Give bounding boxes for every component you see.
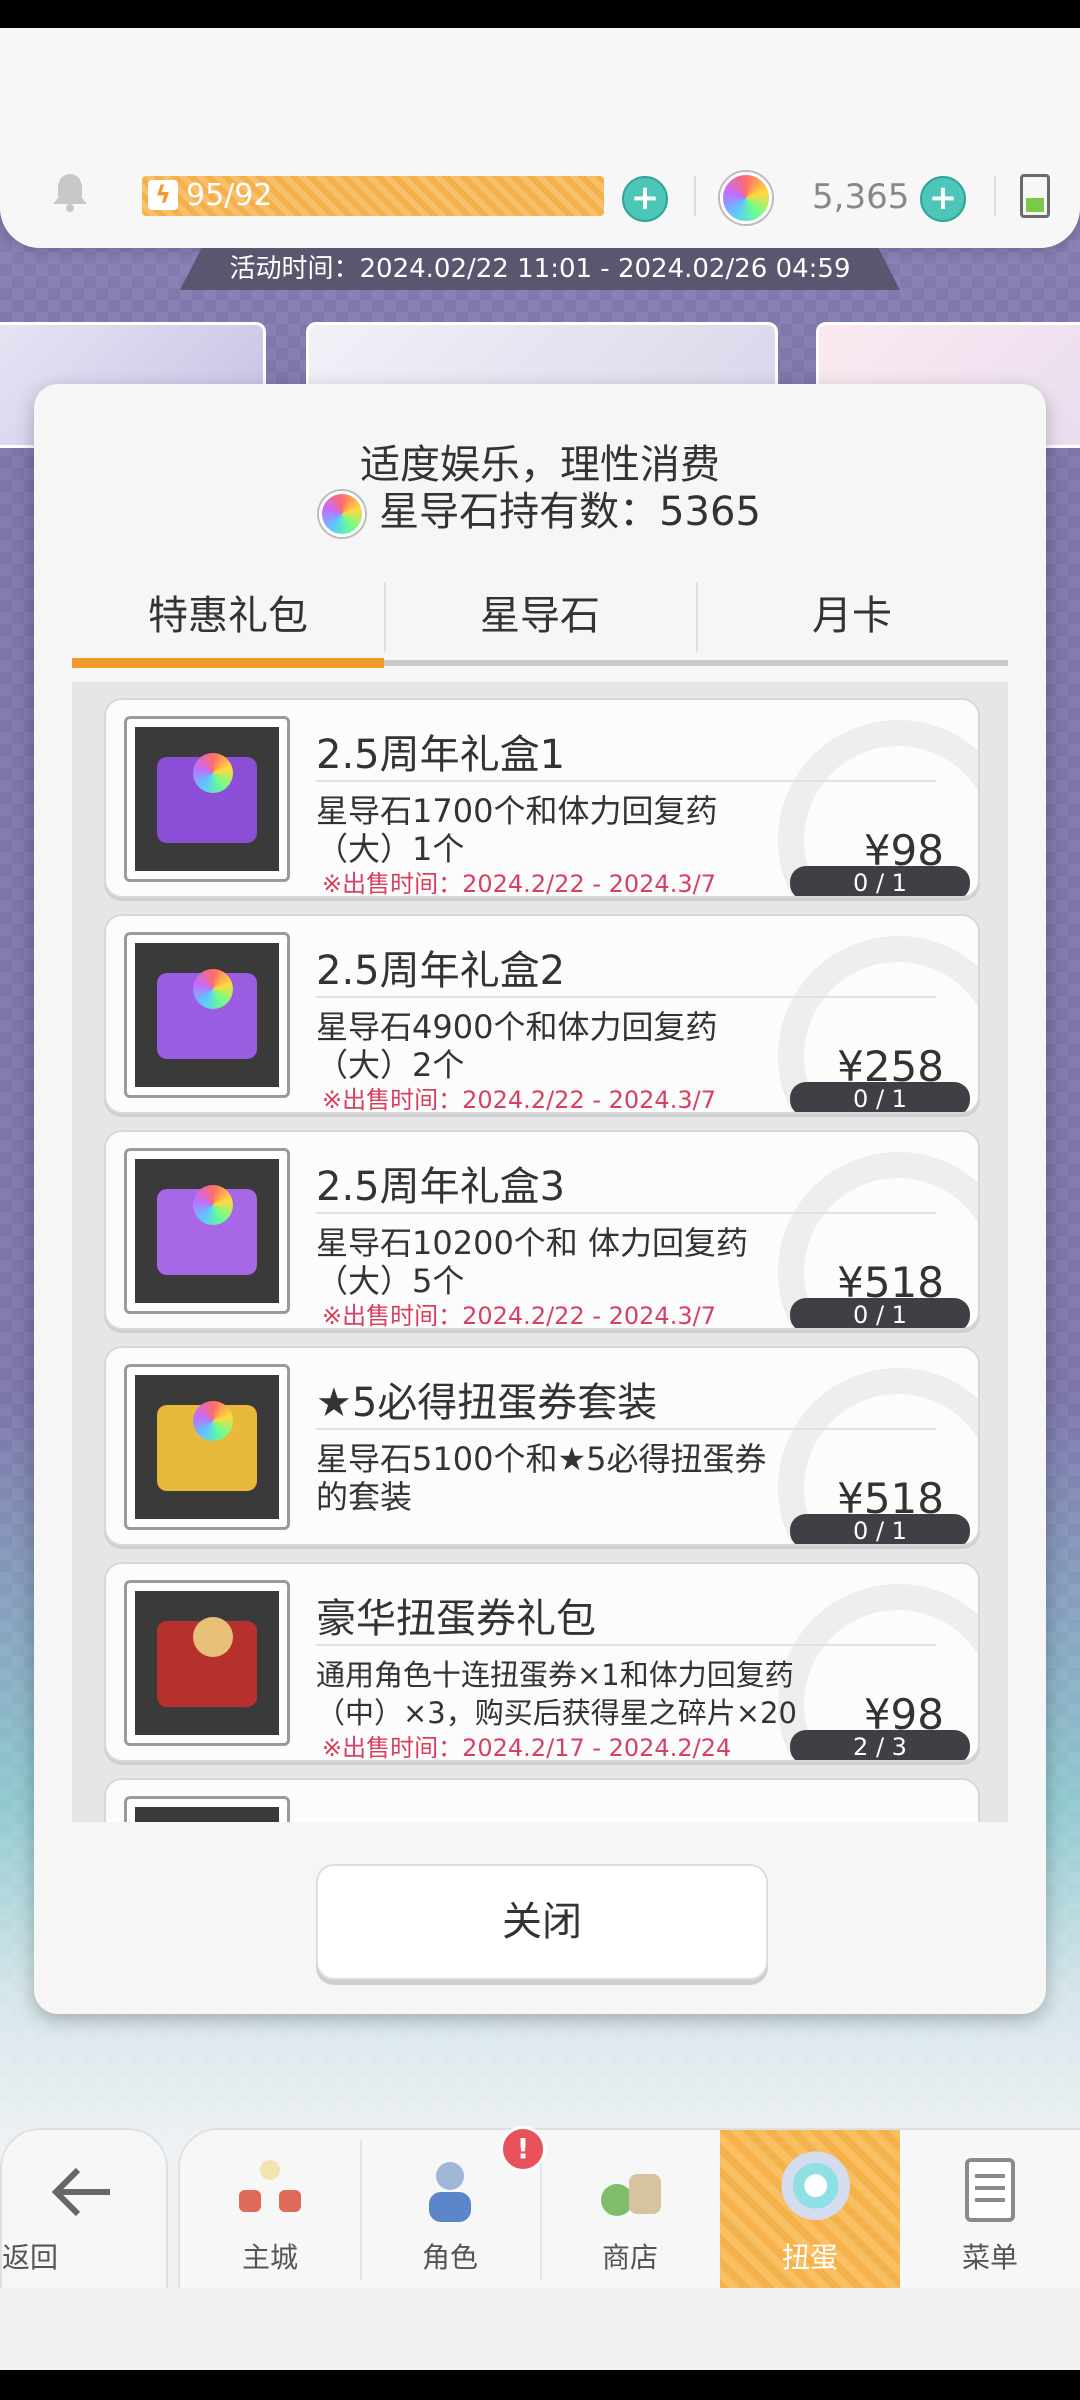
castle-icon [239,2160,301,2212]
divider [994,176,996,216]
close-button[interactable]: 关闭 [316,1864,768,1980]
tab-active-indicator [72,658,384,668]
stamina-value: 95/92 [186,178,273,213]
moderation-notice: 适度娱乐，理性消费 [360,442,720,488]
battery-icon [1020,174,1050,218]
add-stamina-button[interactable]: + [622,176,668,222]
pack-thumbnail [124,932,290,1098]
shop-dialog: 适度娱乐，理性消费 星导石持有数：5365 特惠礼包 星导石 月卡 2.5周年礼… [34,384,1046,2014]
pack-title: ★5必得扭蛋券套装 [316,1380,658,1426]
purchase-limit: 0 / 1 [790,1514,970,1544]
pack-description: 星导石4900个和体力回复药（大）2个 [316,1008,718,1084]
pack-thumbnail [124,1148,290,1314]
nav-item-shop[interactable]: 商店 [540,2130,720,2290]
pack-description: 星导石5100个和★5必得扭蛋券的套装 [316,1440,767,1516]
pack-item[interactable]: 2.5周年礼盒2 星导石4900个和体力回复药（大）2个 ※出售时间：2024.… [104,914,980,1114]
pack-description: 通用角色十连扭蛋券×1和体力回复药（中）×3，购买后获得星之碎片×20 [316,1658,797,1730]
nav-panel: 主城 角色 商店 扭蛋 菜单 [178,2128,1080,2292]
sale-period: ※出售时间：2024.2/22 - 2024.3/7 [322,1302,716,1330]
pack-thumbnail [124,1796,290,1822]
nav-label: 角色 [421,2241,478,2274]
pack-list[interactable]: 2.5周年礼盒1 星导石1700个和体力回复药（大）1个 ※出售时间：2024.… [72,682,1008,1822]
divider [694,176,696,216]
sale-period: ※出售时间：2024.2/22 - 2024.3/7 [322,870,716,898]
tab-special-packs[interactable]: 特惠礼包 [72,572,384,660]
shop-icon [601,2174,661,2216]
divider [316,996,936,998]
gem-holding-text: 星导石持有数：5365 [379,489,761,535]
pack-item[interactable] [104,1778,980,1822]
gem-icon [720,172,772,224]
pack-title: 豪华扭蛋券礼包 [316,1596,596,1642]
nav-label: 商店 [601,2241,658,2274]
pack-description: 星导石1700个和体力回复药（大）1个 [316,792,718,868]
bottom-strip [0,2288,1080,2370]
purchase-limit: 0 / 1 [790,1298,970,1328]
back-label: 返回 [2,2241,59,2274]
gem-holding-row: 星导石持有数：5365 [34,484,1046,540]
shop-tabs: 特惠礼包 星导石 月卡 [72,572,1008,668]
divider [316,780,936,782]
sale-period: ※出售时间：2024.2/17 - 2024.2/24 [322,1734,732,1762]
gem-icon [193,1185,233,1225]
purchase-limit: 0 / 1 [790,866,970,896]
gem-icon [319,491,366,537]
add-gem-button[interactable]: + [920,176,966,222]
gem-count: 5,365 [812,177,910,217]
nav-item-town[interactable]: 主城 [180,2130,360,2290]
tab-star-gems[interactable]: 星导石 [384,572,696,660]
nav-item-gacha[interactable]: 扭蛋 [720,2130,900,2290]
divider [316,1428,936,1430]
tab-monthly-card[interactable]: 月卡 [696,572,1008,660]
gem-icon [193,1401,233,1441]
pack-item[interactable]: 2.5周年礼盒1 星导石1700个和体力回复药（大）1个 ※出售时间：2024.… [104,698,980,898]
bell-icon[interactable] [48,170,92,214]
menu-icon [965,2158,1015,2222]
pack-thumbnail [124,716,290,882]
back-arrow-icon [51,2167,110,2217]
gacha-icon [781,2151,850,2220]
character-alert-badge: ! [500,2126,546,2172]
purchase-limit: 2 / 3 [790,1730,970,1760]
nav-label: 主城 [241,2241,298,2274]
gem-icon [193,753,233,793]
gem-icon [193,969,233,1009]
back-button[interactable]: 返回 [0,2128,168,2292]
sale-period: ※出售时间：2024.2/22 - 2024.3/7 [322,1086,716,1114]
pack-description: 星导石10200个和 体力回复药（大）5个 [316,1224,748,1300]
pack-item[interactable]: 豪华扭蛋券礼包 通用角色十连扭蛋券×1和体力回复药（中）×3，购买后获得星之碎片… [104,1562,980,1762]
lightning-icon: ϟ [148,180,178,210]
nav-label: 菜单 [961,2241,1018,2274]
character-icon [429,2162,471,2222]
nav-item-menu[interactable]: 菜单 [900,2130,1080,2290]
pack-title: 2.5周年礼盒3 [316,1164,566,1210]
pack-item[interactable]: 2.5周年礼盒3 星导石10200个和 体力回复药（大）5个 ※出售时间：202… [104,1130,980,1330]
navigation-bar [0,2370,1080,2400]
divider [316,1212,936,1214]
gem-icon [193,1617,233,1657]
divider [316,1644,936,1646]
nav-label: 扭蛋 [781,2241,838,2274]
pack-title: 2.5周年礼盒2 [316,948,566,994]
purchase-limit: 0 / 1 [790,1082,970,1112]
status-bar [0,0,1080,28]
event-time-bar: 活动时间：2024.02/22 11:01 - 2024.02/26 04:59 [180,248,900,290]
pack-item[interactable]: ★5必得扭蛋券套装 星导石5100个和★5必得扭蛋券的套装 ¥518 0 / 1 [104,1346,980,1546]
pack-thumbnail [124,1364,290,1530]
pack-title: 2.5周年礼盒1 [316,732,566,778]
pack-thumbnail [124,1580,290,1746]
